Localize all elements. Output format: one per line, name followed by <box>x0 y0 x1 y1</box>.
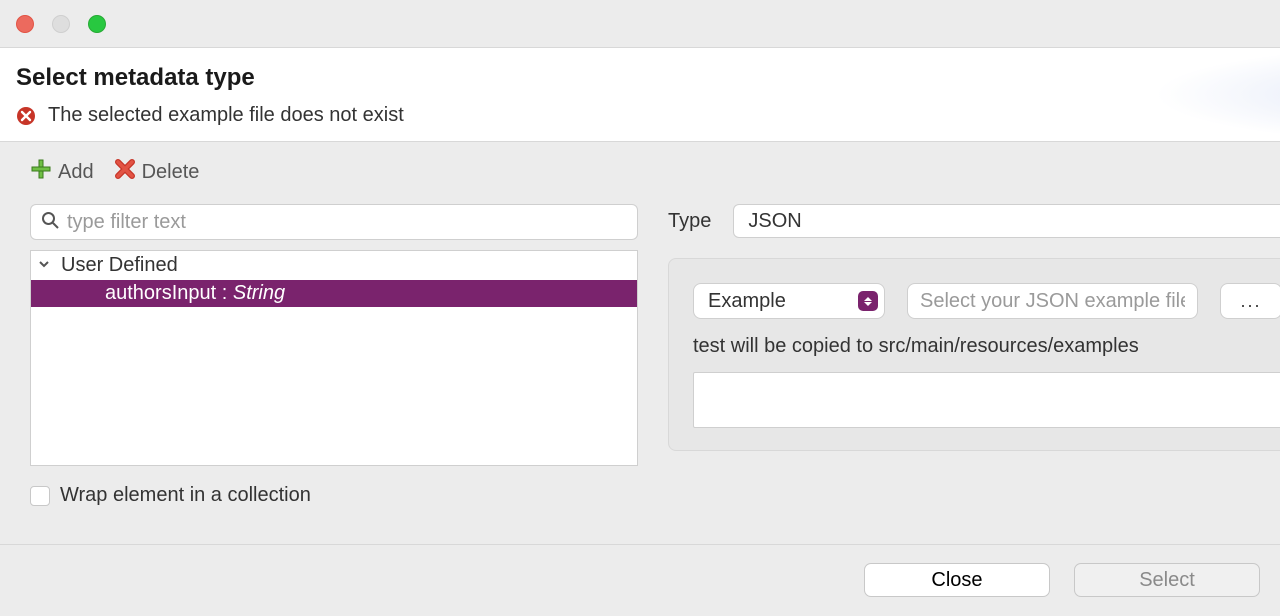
tree-group-user-defined[interactable]: User Defined <box>31 251 637 280</box>
delete-button-label: Delete <box>142 161 200 184</box>
chevron-down-icon <box>37 254 51 277</box>
close-button[interactable]: Close <box>864 563 1050 597</box>
type-tree[interactable]: User Defined authorsInput : String <box>30 250 638 466</box>
add-button-label: Add <box>58 161 94 184</box>
dialog-header: Select metadata type The selected exampl… <box>0 48 1280 142</box>
delete-x-icon <box>114 158 136 186</box>
browse-button-label: ... <box>1240 291 1261 312</box>
window-minimize-button <box>52 15 70 33</box>
type-label: Type <box>668 210 711 233</box>
example-preview <box>693 372 1280 428</box>
example-panel: Example ... test will be copied to src/m… <box>668 258 1280 451</box>
tree-item-name: authorsInput <box>105 282 216 304</box>
type-select-value: JSON <box>748 210 801 233</box>
error-icon <box>16 106 36 126</box>
error-message-row: The selected example file does not exist <box>16 104 1264 127</box>
toolbar: Add Delete <box>30 158 1260 186</box>
example-mode-value: Example <box>708 290 786 313</box>
search-icon <box>41 211 59 234</box>
window-close-button[interactable] <box>16 15 34 33</box>
tree-group-label: User Defined <box>61 254 178 277</box>
browse-button[interactable]: ... <box>1220 283 1280 319</box>
example-hint: test will be copied to src/main/resource… <box>693 335 1280 358</box>
window-titlebar <box>0 0 1280 48</box>
wrap-collection-row: Wrap element in a collection <box>30 484 638 507</box>
example-mode-select[interactable]: Example <box>693 283 885 319</box>
delete-button[interactable]: Delete <box>114 158 200 186</box>
tree-item-authors-input[interactable]: authorsInput : String <box>31 280 637 307</box>
dialog-body: Add Delete User Defined <box>0 142 1280 519</box>
select-button: Select <box>1074 563 1260 597</box>
type-row: Type JSON <box>668 204 1280 238</box>
filter-input[interactable] <box>67 211 627 234</box>
filter-input-wrapper[interactable] <box>30 204 638 240</box>
add-button[interactable]: Add <box>30 158 94 186</box>
wrap-collection-label: Wrap element in a collection <box>60 484 311 507</box>
dialog-title: Select metadata type <box>16 64 1264 92</box>
tree-item-type: String <box>233 282 285 304</box>
dialog-footer: Close Select <box>0 544 1280 616</box>
example-file-input[interactable] <box>907 283 1198 319</box>
wrap-collection-checkbox[interactable] <box>30 486 50 506</box>
window-controls <box>16 15 106 33</box>
type-select[interactable]: JSON <box>733 204 1280 238</box>
header-decoration <box>940 48 1280 141</box>
plus-icon <box>30 158 52 186</box>
select-arrows-icon <box>858 291 878 311</box>
error-message-text: The selected example file does not exist <box>48 104 404 127</box>
window-zoom-button[interactable] <box>88 15 106 33</box>
